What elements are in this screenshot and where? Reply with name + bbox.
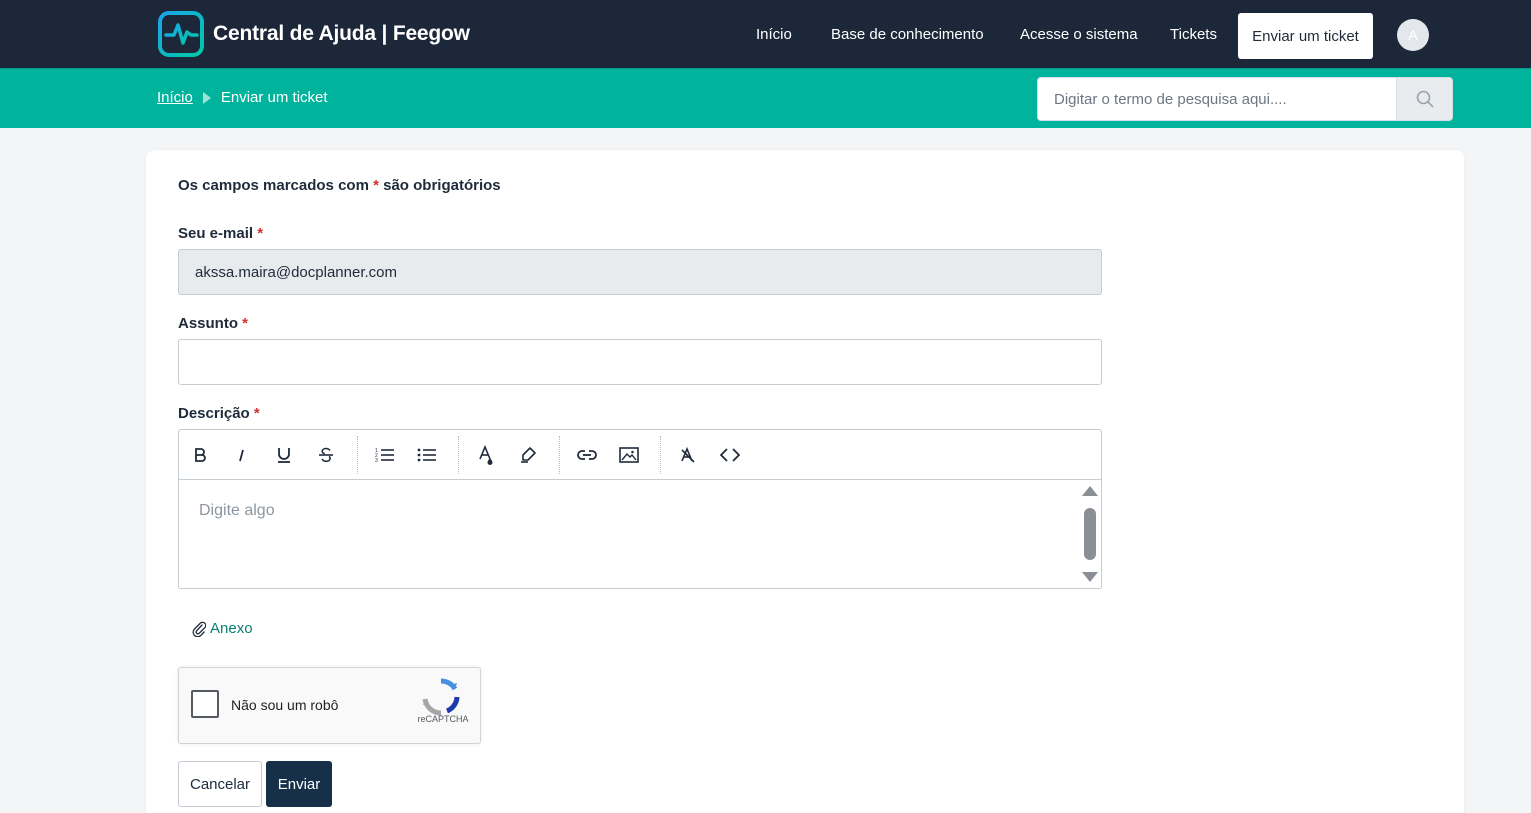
description-textarea[interactable]: Digite algo xyxy=(179,480,1101,588)
nav-acesse-o-sistema[interactable]: Acesse o sistema xyxy=(1020,26,1138,43)
brand[interactable]: Central de Ajuda | Feegow xyxy=(157,10,470,58)
attachment-label: Anexo xyxy=(210,620,253,637)
required-star: * xyxy=(257,225,264,242)
scrollbar-thumb[interactable] xyxy=(1084,508,1096,560)
toolbar-separator xyxy=(458,436,459,474)
ordered-list-icon[interactable]: 123 xyxy=(371,441,399,469)
paperclip-icon xyxy=(192,621,206,637)
toolbar-separator xyxy=(357,436,358,474)
subject-label-text: Assunto xyxy=(178,315,238,332)
nav-tickets[interactable]: Tickets xyxy=(1170,26,1217,43)
breadcrumb-bar: Início Enviar um ticket xyxy=(0,68,1531,128)
svg-text:3: 3 xyxy=(375,458,378,464)
submit-button[interactable]: Enviar xyxy=(266,761,332,807)
breadcrumb: Início Enviar um ticket xyxy=(157,89,328,106)
code-view-icon[interactable] xyxy=(716,441,744,469)
toolbar-separator xyxy=(660,436,661,474)
scroll-up-arrow-icon[interactable] xyxy=(1082,486,1098,496)
description-placeholder: Digite algo xyxy=(199,502,275,519)
subject-label: Assunto * xyxy=(178,315,248,332)
required-note-prefix: Os campos marcados com xyxy=(178,177,369,194)
attachment-link[interactable]: Anexo xyxy=(192,620,253,637)
email-label-text: Seu e-mail xyxy=(178,225,254,242)
top-navbar: Central de Ajuda | Feegow Início Base de… xyxy=(0,0,1531,68)
nav-inicio[interactable]: Início xyxy=(756,26,792,43)
breadcrumb-home-link[interactable]: Início xyxy=(157,89,193,106)
recaptcha-brand: reCAPTCHA xyxy=(417,714,469,724)
description-label-text: Descrição xyxy=(178,405,250,422)
editor-toolbar: 123 xyxy=(179,430,1101,480)
link-icon[interactable] xyxy=(573,441,601,469)
required-star: * xyxy=(253,405,260,422)
required-star: * xyxy=(242,315,249,332)
description-label: Descrição * xyxy=(178,405,260,422)
recaptcha-label: Não sou um robô xyxy=(231,697,339,713)
submit-ticket-nav-button[interactable]: Enviar um ticket xyxy=(1238,13,1373,59)
scroll-down-arrow-icon[interactable] xyxy=(1082,572,1098,582)
required-fields-note: Os campos marcados com * são obrigatório… xyxy=(178,177,501,194)
recaptcha-checkbox[interactable] xyxy=(191,690,219,718)
highlight-icon[interactable] xyxy=(514,441,542,469)
required-note-suffix: são obrigatórios xyxy=(383,177,501,194)
bold-icon[interactable] xyxy=(186,441,214,469)
search-box xyxy=(1037,77,1453,121)
ticket-form-card: Os campos marcados com * são obrigatório… xyxy=(146,150,1464,813)
text-color-icon[interactable] xyxy=(472,441,500,469)
strikethrough-icon[interactable] xyxy=(312,441,340,469)
search-input[interactable] xyxy=(1038,78,1396,120)
brand-title: Central de Ajuda | Feegow xyxy=(213,22,470,45)
recaptcha-logo-icon xyxy=(422,678,460,716)
recaptcha-widget: Não sou um robô reCAPTCHA xyxy=(178,667,481,744)
email-label: Seu e-mail * xyxy=(178,225,263,242)
cancel-button[interactable]: Cancelar xyxy=(178,761,262,807)
italic-icon[interactable] xyxy=(228,441,256,469)
feegow-logo-icon xyxy=(158,11,204,57)
clear-format-icon[interactable] xyxy=(674,441,702,469)
breadcrumb-arrow-icon xyxy=(202,91,211,104)
required-star: * xyxy=(373,177,379,194)
unordered-list-icon[interactable] xyxy=(413,441,441,469)
user-avatar[interactable]: A xyxy=(1397,19,1429,51)
search-button[interactable] xyxy=(1396,78,1452,120)
description-editor: 123 Digite algo xyxy=(178,429,1102,589)
search-icon xyxy=(1416,90,1433,108)
breadcrumb-current: Enviar um ticket xyxy=(220,89,328,106)
email-field[interactable] xyxy=(178,249,1102,295)
subject-input[interactable] xyxy=(178,339,1102,385)
underline-icon[interactable] xyxy=(270,441,298,469)
toolbar-separator xyxy=(559,436,560,474)
nav-base-de-conhecimento[interactable]: Base de conhecimento xyxy=(831,26,984,43)
image-icon[interactable] xyxy=(615,441,643,469)
